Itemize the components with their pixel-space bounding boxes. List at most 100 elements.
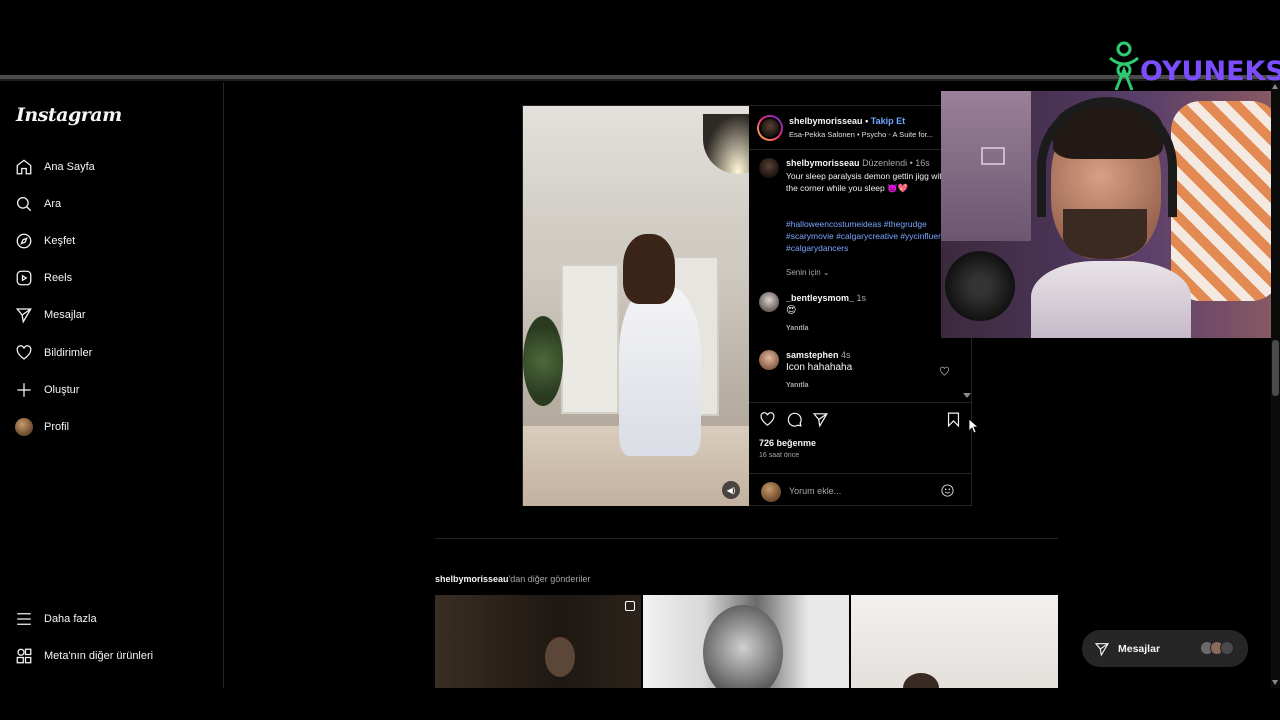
scroll-down-arrow[interactable] [1272, 680, 1278, 685]
post-author[interactable]: shelbymorisseau [789, 116, 863, 126]
post-sidebar: shelbymorisseau • Takip Et Esa-Pekka Sal… [749, 106, 972, 506]
messages-label: Mesajlar [1118, 642, 1161, 655]
story-ring-avatar[interactable] [757, 115, 783, 141]
comment-text: Icon hahahaha [786, 362, 853, 373]
webcam-window [941, 91, 1031, 241]
emoji-button[interactable] [940, 483, 956, 499]
caption-header: shelbymorisseau Düzenlendi • 16s [786, 158, 930, 168]
follow-button[interactable]: Takip Et [871, 116, 905, 126]
comment-author[interactable]: _bentleysmom_ [786, 293, 854, 303]
grid-post[interactable] [851, 595, 1058, 688]
section-divider [435, 538, 1058, 539]
post-header: shelbymorisseau • Takip Et Esa-Pekka Sal… [749, 106, 972, 150]
comment-button[interactable] [786, 411, 804, 429]
sidebar-item-label: Bildirimler [44, 347, 93, 359]
grid-post-subject [703, 605, 783, 688]
sidebar-item-label: Profil [44, 421, 70, 433]
post-time: 16 saat önce [759, 452, 800, 459]
avatar [1220, 641, 1234, 655]
more-posts-heading: shelbymorisseau'dan diğer gönderiler [435, 574, 590, 584]
video-door [561, 264, 619, 414]
instagram-logo[interactable]: Instagram [16, 104, 122, 126]
sidebar-item-home[interactable]: Ana Sayfa [14, 153, 95, 181]
mouse-cursor-icon [968, 418, 980, 434]
send-icon [14, 305, 34, 325]
add-comment-row: Yorum ekle... [749, 473, 972, 507]
send-icon [1094, 642, 1109, 657]
for-you-dropdown[interactable]: Senin için ⌄ [786, 268, 830, 277]
scroll-down-arrow[interactable] [963, 393, 971, 398]
carousel-icon [625, 601, 635, 611]
profile-avatar-wrap [14, 417, 34, 437]
post-video[interactable]: ◀) [523, 106, 749, 506]
grid-post-subject [903, 673, 939, 688]
messages-button[interactable]: Mesajlar [1082, 630, 1248, 667]
apps-icon [14, 646, 34, 666]
grid-post[interactable] [643, 595, 849, 688]
heart-icon [760, 412, 775, 426]
sidebar-item-reels[interactable]: Reels [14, 264, 72, 292]
edited-label: Düzenlendi • [862, 158, 913, 168]
stream-logo: OYUNEKS [1102, 38, 1280, 92]
smiley-icon [941, 484, 954, 497]
microphone-icon [945, 251, 1015, 321]
compass-icon [14, 231, 34, 251]
browser-divider-shadow [0, 79, 1280, 81]
caption-author[interactable]: shelbymorisseau [786, 158, 860, 168]
sidebar-item-notifications[interactable]: Bildirimler [14, 339, 92, 367]
like-comment-button[interactable] [939, 364, 951, 376]
webcam-overlay [941, 91, 1280, 338]
avatar[interactable] [759, 158, 779, 178]
comment-time: 1s [856, 293, 867, 303]
volume-icon[interactable]: ◀) [722, 481, 740, 499]
sidebar-item-more[interactable]: Daha fazla [14, 605, 97, 633]
comment-icon [787, 412, 802, 427]
sidebar-item-profile[interactable]: Profil [14, 413, 69, 441]
video-plant [523, 316, 563, 406]
for-you-label: Senin için [786, 268, 821, 277]
sidebar-item-explore[interactable]: Keşfet [14, 227, 75, 255]
comment-header: samstephen 4s [786, 350, 851, 360]
grid-post[interactable] [435, 595, 641, 688]
sidebar-item-meta-products[interactable]: Meta'nın diğer ürünleri [14, 642, 153, 670]
avatar[interactable] [759, 350, 779, 370]
top-black-bar [0, 0, 1280, 75]
send-icon [812, 413, 828, 428]
save-button[interactable] [945, 411, 963, 429]
reply-button[interactable]: Yanıtla [786, 382, 809, 389]
video-figure-dress [619, 286, 701, 456]
comment-author[interactable]: samstephen [786, 350, 839, 360]
like-button[interactable] [759, 411, 777, 429]
sidebar-item-label: Meta'nın diğer ürünleri [44, 650, 154, 662]
sidebar-item-create[interactable]: Oluştur [14, 376, 79, 404]
more-posts-suffix: 'dan diğer gönderiler [508, 574, 591, 584]
sidebar-item-label: Ana Sayfa [44, 161, 95, 173]
sidebar-item-label: Ara [44, 198, 62, 210]
webcam-shirt [1031, 261, 1191, 338]
bottom-black-bar [0, 688, 1280, 720]
avatar [761, 482, 781, 502]
avatar [15, 418, 33, 436]
comment-text: 😍 [786, 305, 797, 316]
menu-icon [14, 609, 34, 629]
sidebar: Instagram Ana Sayfa Ara Keşfet Reels Mes… [0, 82, 224, 688]
bookmark-icon [947, 412, 960, 428]
reply-button[interactable]: Yanıtla [786, 325, 809, 332]
page-scrollbar-thumb[interactable] [1272, 340, 1279, 396]
grid-post-subject [545, 637, 575, 677]
sidebar-item-search[interactable]: Ara [14, 190, 61, 218]
reels-icon [14, 268, 34, 288]
oyuneks-mark-icon [1109, 41, 1139, 91]
separator: • [865, 116, 869, 126]
likes-count[interactable]: 726 beğenme [759, 438, 816, 448]
messages-avatars [1200, 641, 1234, 655]
heart-icon [940, 366, 949, 376]
scroll-up-arrow[interactable] [1272, 84, 1278, 89]
comment-input[interactable]: Yorum ekle... [789, 486, 841, 496]
sidebar-item-messages[interactable]: Mesajlar [14, 301, 86, 329]
avatar [759, 117, 781, 139]
comment-time: 4s [841, 350, 851, 360]
more-posts-author[interactable]: shelbymorisseau [435, 574, 509, 584]
share-button[interactable] [812, 411, 830, 429]
avatar[interactable] [759, 292, 779, 312]
